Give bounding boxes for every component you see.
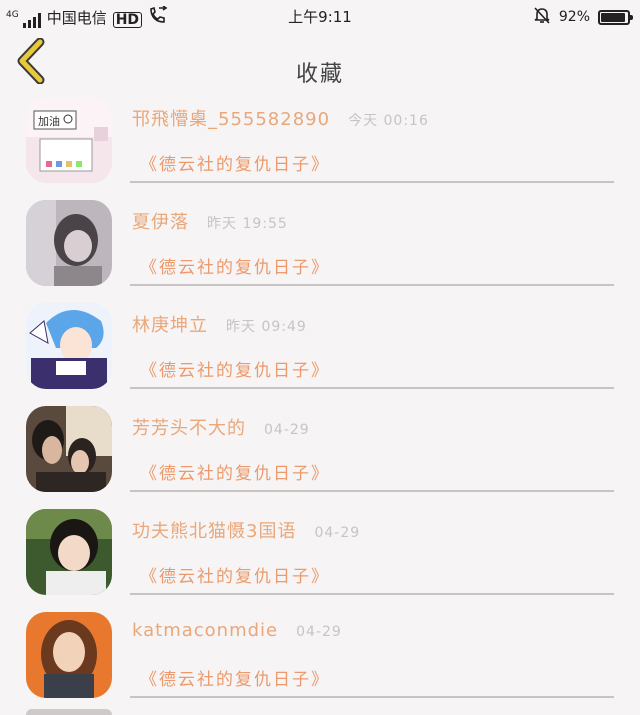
user-name[interactable]: katmaconmdie xyxy=(132,620,278,641)
nav-header: 收藏 xyxy=(0,32,640,90)
item-header: 夏伊落 昨天 19:55 xyxy=(132,208,288,234)
book-title[interactable]: 《德云社的复仇日子》 xyxy=(140,665,330,690)
avatar[interactable] xyxy=(26,200,112,286)
favorites-list: 加油 邗飛懵㮚_555582890 今天 00:16 《德云社的复仇日子》 夏伊… xyxy=(0,90,640,708)
avatar-text: 加油 xyxy=(38,114,60,128)
list-item[interactable]: 林庚坤立 昨天 09:49 《德云社的复仇日子》 xyxy=(0,296,640,399)
list-item[interactable]: 芳芳头不大的 04-29 《德云社的复仇日子》 xyxy=(0,399,640,502)
timestamp: 昨天 09:49 xyxy=(226,319,307,335)
item-header: katmaconmdie 04-29 xyxy=(132,620,342,641)
next-avatar-peek xyxy=(26,709,112,715)
timestamp: 04-29 xyxy=(264,422,310,438)
divider xyxy=(130,387,614,389)
list-item[interactable]: 加油 邗飛懵㮚_555582890 今天 00:16 《德云社的复仇日子》 xyxy=(0,90,640,193)
book-title[interactable]: 《德云社的复仇日子》 xyxy=(140,459,330,484)
item-header: 功夫熊北猫慑3国语 04-29 xyxy=(132,517,360,543)
user-name[interactable]: 芳芳头不大的 xyxy=(132,414,246,440)
avatar[interactable] xyxy=(26,509,112,595)
status-right: 92% xyxy=(533,6,633,28)
timestamp: 今天 00:16 xyxy=(348,113,429,129)
status-bar: 4G 中国电信 HD 上午9:11 92% xyxy=(0,0,640,32)
list-item[interactable]: 夏伊落 昨天 19:55 《德云社的复仇日子》 xyxy=(0,193,640,296)
timestamp: 04-29 xyxy=(314,525,361,541)
avatar[interactable]: 加油 xyxy=(26,97,112,183)
battery-percent: 92% xyxy=(558,9,590,25)
battery-icon xyxy=(598,9,633,25)
page-title: 收藏 xyxy=(295,62,344,87)
book-title[interactable]: 《德云社的复仇日子》 xyxy=(140,356,330,381)
timestamp: 昨天 19:55 xyxy=(207,216,288,232)
divider xyxy=(130,696,614,698)
user-name[interactable]: 夏伊落 xyxy=(132,208,189,234)
timestamp: 04-29 xyxy=(296,624,342,640)
user-name[interactable]: 功夫熊北猫慑3国语 xyxy=(132,517,296,543)
avatar[interactable] xyxy=(26,303,112,389)
item-header: 芳芳头不大的 04-29 xyxy=(132,414,310,440)
list-item[interactable]: katmaconmdie 04-29 《德云社的复仇日子》 xyxy=(0,605,640,708)
user-name[interactable]: 林庚坤立 xyxy=(132,311,208,337)
item-header: 林庚坤立 昨天 09:49 xyxy=(132,311,307,337)
avatar[interactable] xyxy=(26,406,112,492)
item-header: 邗飛懵㮚_555582890 今天 00:16 xyxy=(132,105,429,131)
avatar[interactable] xyxy=(26,612,112,698)
book-title[interactable]: 《德云社的复仇日子》 xyxy=(140,253,330,278)
book-title[interactable]: 《德云社的复仇日子》 xyxy=(140,562,330,587)
divider xyxy=(130,490,614,492)
divider xyxy=(130,593,614,595)
divider xyxy=(130,181,614,183)
divider xyxy=(130,284,614,286)
mute-bell-icon xyxy=(533,6,551,28)
list-item[interactable]: 功夫熊北猫慑3国语 04-29 《德云社的复仇日子》 xyxy=(0,502,640,605)
user-name[interactable]: 邗飛懵㮚_555582890 xyxy=(132,105,330,131)
book-title[interactable]: 《德云社的复仇日子》 xyxy=(140,150,330,175)
